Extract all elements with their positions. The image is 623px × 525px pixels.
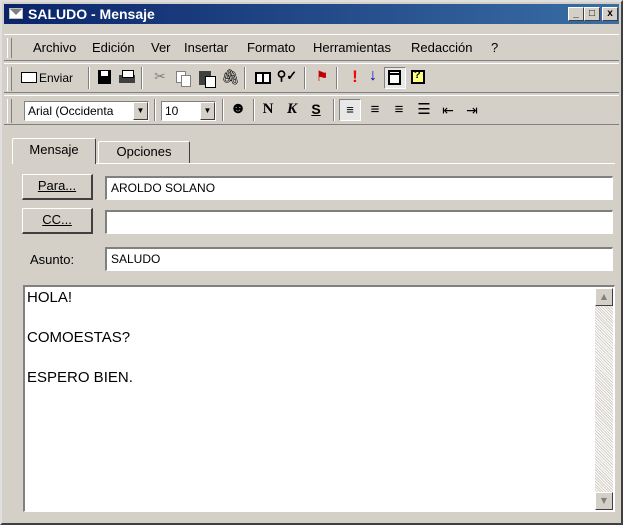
message-window: SALUDO - Mensaje _ □ x Archivo Edición V… [0,0,623,525]
title-bar[interactable]: SALUDO - Mensaje _ □ x [4,4,619,24]
minimize-button[interactable]: _ [568,7,584,21]
menu-herramientas[interactable]: Herramientas [313,40,391,55]
message-body[interactable]: HOLA! COMOESTAS? ESPERO BIEN. ▲ ▼ [23,285,615,512]
menu-edicion[interactable]: Edición [92,40,135,55]
tab-message[interactable]: Mensaje [12,138,96,164]
toolbar-separator [244,67,246,89]
close-button[interactable]: x [602,7,618,21]
menu-grip[interactable] [7,38,12,58]
tab-options[interactable]: Opciones [98,141,190,163]
toolbar-separator [88,67,90,89]
attach-icon[interactable]: 🖇 [221,68,240,88]
window-title: SALUDO - Mensaje [28,6,155,22]
send-button[interactable]: Enviar [21,68,83,88]
high-importance-icon[interactable]: ! [348,67,362,87]
subject-label: Asunto: [30,252,75,267]
flag-icon[interactable]: ⚑ [313,68,331,88]
send-icon [21,72,37,83]
print-icon[interactable] [117,68,137,88]
cc-button-label: CC... [42,212,72,227]
scroll-down-icon[interactable]: ▼ [595,492,613,510]
to-field[interactable]: AROLDO SOLANO [105,176,613,200]
format-grip[interactable] [7,99,12,123]
cc-button[interactable]: CC... [22,208,93,234]
cut-icon[interactable]: ✂ [151,68,169,88]
address-book-icon[interactable] [253,68,273,88]
toolbar-separator [154,99,156,121]
align-center-icon[interactable]: ≡ [365,100,385,120]
help-icon[interactable]: ? [409,68,427,88]
decrease-indent-icon[interactable]: ⇤ [438,100,458,120]
check-names-icon[interactable]: ⚲✓ [276,68,298,88]
save-icon[interactable] [96,68,114,88]
menu-redaccion[interactable]: Redacción [411,40,472,55]
message-line: ESPERO BIEN. [27,369,133,386]
maximize-button[interactable]: □ [584,7,600,21]
send-label: Enviar [39,71,74,85]
menu-bar: Archivo Edición Ver Insertar Formato Her… [4,34,619,61]
size-select[interactable]: 10 ▼ [161,101,216,121]
paste-icon[interactable] [197,68,216,88]
subject-field[interactable]: SALUDO [105,247,613,271]
toolbar-separator [141,67,143,89]
message-line: COMOESTAS? [27,329,131,346]
toolbar-separator [304,67,306,89]
cc-field[interactable] [105,210,613,234]
size-select-value: 10 [165,104,179,118]
properties-icon[interactable] [384,67,406,89]
font-select[interactable]: Arial (Occidenta ▼ [24,101,149,121]
menu-insertar[interactable]: Insertar [184,40,228,55]
bullets-icon[interactable]: ☰ [414,100,434,120]
italic-button[interactable]: K [283,101,301,121]
text-color-icon[interactable]: ☻ [228,100,248,120]
underline-button[interactable]: S [307,101,325,121]
format-toolbar: Arial (Occidenta ▼ 10 ▼ ☻ N K S ≡ ≡ ≡ ☰ … [4,95,619,125]
chevron-down-icon[interactable]: ▼ [200,102,215,120]
bold-button[interactable]: N [259,101,277,121]
menu-formato[interactable]: Formato [247,40,295,55]
toolbar-separator [333,99,335,121]
message-line: HOLA! [27,289,73,306]
font-select-value: Arial (Occidenta [28,104,114,118]
toolbar-separator [336,67,338,89]
menu-ver[interactable]: Ver [151,40,171,55]
align-left-icon[interactable]: ≡ [339,99,361,121]
chevron-down-icon[interactable]: ▼ [133,102,148,120]
main-toolbar: Enviar ✂ 🖇 ⚲✓ ⚑ ! ↓ ? [4,63,619,93]
align-right-icon[interactable]: ≡ [389,100,409,120]
to-button[interactable]: Para... [22,174,93,200]
increase-indent-icon[interactable]: ⇥ [462,100,482,120]
vertical-scrollbar[interactable]: ▲ ▼ [595,288,613,510]
low-importance-icon[interactable]: ↓ [366,67,380,87]
copy-icon[interactable] [174,68,192,88]
toolbar-separator [222,99,224,121]
scroll-up-icon[interactable]: ▲ [595,288,613,306]
menu-archivo[interactable]: Archivo [33,40,76,55]
toolbar-separator [253,99,255,121]
toolbar-grip[interactable] [7,67,12,91]
message-text[interactable]: HOLA! COMOESTAS? ESPERO BIEN. [27,289,133,386]
tab-divider [96,163,615,164]
to-button-label: Para... [37,178,77,193]
menu-help[interactable]: ? [491,40,498,55]
envelope-icon [9,8,23,19]
